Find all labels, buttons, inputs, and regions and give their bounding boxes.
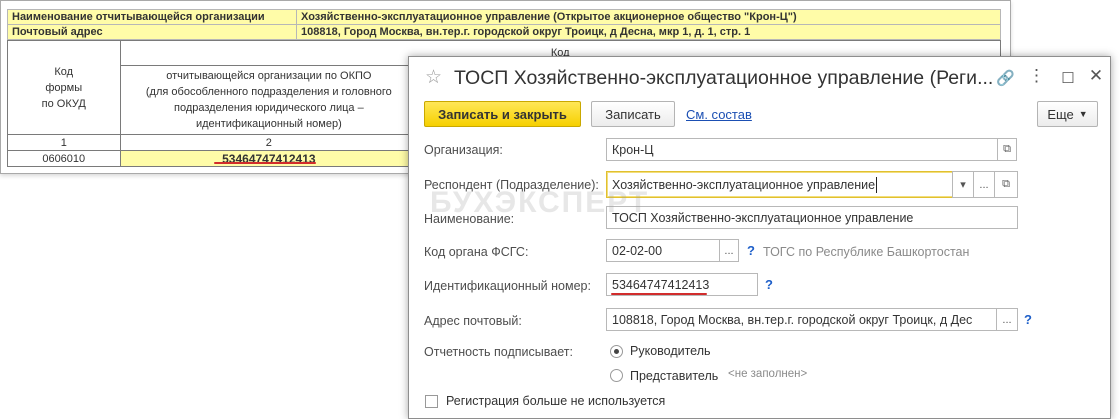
radio-director-label[interactable]: Руководитель bbox=[630, 344, 711, 358]
more-menu-icon[interactable]: ⋮ bbox=[1028, 66, 1045, 86]
okpo-header: отчитывающейся организации по ОКПО (для … bbox=[119, 65, 419, 135]
id-help-icon[interactable]: ? bbox=[765, 277, 773, 292]
respondent-value: Хозяйственно-эксплуатационное управление bbox=[612, 177, 876, 192]
radio-representative[interactable] bbox=[610, 369, 623, 382]
report-org-label: Наименование отчитывающейся организации bbox=[7, 9, 297, 25]
radio-director[interactable] bbox=[610, 345, 623, 358]
representative-hint: <не заполнен> bbox=[728, 368, 808, 380]
okud-header: Код формы по ОКУД bbox=[7, 40, 121, 135]
okud-value: 0606010 bbox=[7, 150, 121, 167]
organization-field[interactable]: Крон-Ц bbox=[606, 138, 999, 161]
report-id-value-cell: 53464747412413 bbox=[119, 150, 419, 167]
dialog-title: ТОСП Хозяйственно-эксплуатационное управ… bbox=[454, 67, 994, 89]
fsgs-help-icon[interactable]: ? bbox=[747, 243, 755, 258]
save-and-close-button[interactable]: Записать и закрыть bbox=[424, 101, 581, 127]
report-header-table: Наименование отчитывающейся организации … bbox=[7, 9, 1001, 40]
more-button[interactable]: Еще ▼ bbox=[1037, 101, 1098, 127]
open-respondent-icon[interactable]: ⧉ bbox=[994, 171, 1018, 198]
organization-label: Организация: bbox=[424, 143, 503, 157]
fsgs-hint[interactable]: ТОГС по Республике Башкортостан bbox=[763, 245, 969, 259]
col-number-1: 1 bbox=[7, 134, 121, 151]
name-field[interactable]: ТОСП Хозяйственно-эксплуатационное управ… bbox=[606, 206, 1018, 229]
not-used-checkbox[interactable] bbox=[425, 395, 438, 408]
id-underline bbox=[611, 293, 707, 295]
maximize-icon[interactable]: ☐ bbox=[1060, 69, 1076, 87]
fsgs-select-button[interactable]: ... bbox=[719, 239, 739, 262]
col-number-2: 2 bbox=[119, 134, 419, 151]
fsgs-field[interactable]: 02-02-00 bbox=[606, 239, 720, 262]
address-field[interactable]: 108818, Город Москва, вн.тер.г. городско… bbox=[606, 308, 997, 331]
radio-representative-label[interactable]: Представитель bbox=[630, 369, 718, 383]
more-button-label: Еще bbox=[1047, 106, 1074, 122]
address-label: Адрес почтовый: bbox=[424, 314, 522, 328]
open-icon[interactable]: ⧉ bbox=[997, 138, 1017, 161]
save-button[interactable]: Записать bbox=[591, 101, 675, 127]
close-icon[interactable]: ✕ bbox=[1088, 66, 1104, 86]
fsgs-label: Код органа ФСГС: bbox=[424, 245, 529, 259]
select-button[interactable]: ... bbox=[973, 171, 995, 198]
address-select-button[interactable]: ... bbox=[996, 308, 1018, 331]
text-cursor bbox=[876, 176, 878, 193]
star-icon[interactable]: ☆ bbox=[425, 66, 442, 89]
report-address-value: 108818, Город Москва, вн.тер.г. городско… bbox=[296, 24, 1001, 40]
report-id-underline bbox=[214, 162, 316, 164]
chevron-down-icon: ▼ bbox=[1078, 109, 1088, 119]
dialog-window: ☆ ТОСП Хозяйственно-эксплуатационное упр… bbox=[408, 56, 1111, 419]
signs-label: Отчетность подписывает: bbox=[424, 345, 573, 359]
not-used-label[interactable]: Регистрация больше не используется bbox=[446, 394, 665, 408]
dropdown-icon[interactable]: ▾ bbox=[952, 171, 974, 198]
respondent-field[interactable]: Хозяйственно-эксплуатационное управление bbox=[606, 171, 954, 198]
report-org-value: Хозяйственно-эксплуатационное управление… bbox=[296, 9, 1001, 25]
composition-link[interactable]: См. состав bbox=[686, 107, 752, 122]
report-address-label: Почтовый адрес bbox=[7, 24, 297, 40]
id-label: Идентификационный номер: bbox=[424, 279, 591, 293]
link-icon[interactable]: 🔗 bbox=[996, 69, 1015, 87]
address-help-icon[interactable]: ? bbox=[1024, 312, 1032, 327]
watermark: БУХЭКСПЕРТ bbox=[430, 186, 650, 219]
